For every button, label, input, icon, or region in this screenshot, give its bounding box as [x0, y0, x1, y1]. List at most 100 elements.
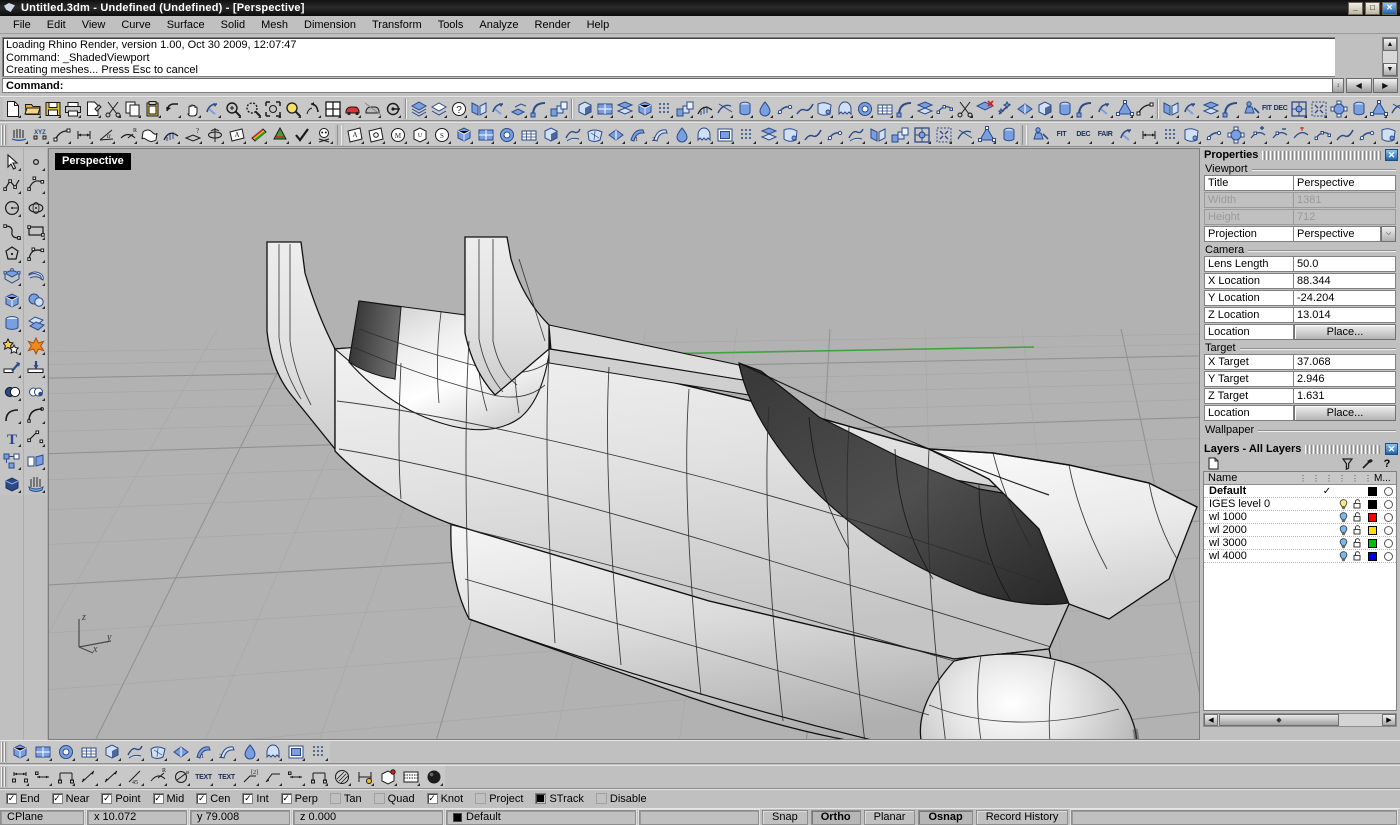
cap-button[interactable]	[1035, 98, 1055, 120]
sidebar-point-button[interactable]	[24, 150, 47, 173]
layers-scroll-left-button[interactable]: ◀	[1204, 714, 1218, 726]
worker2-button[interactable]	[1029, 124, 1051, 146]
xyz-coords-button[interactable]: XYZ	[30, 124, 52, 146]
object-properties-button[interactable]	[383, 98, 403, 120]
text-dot-button[interactable]: TEXT	[215, 766, 238, 788]
osnap-item-disable[interactable]: Disable	[590, 793, 653, 805]
print-button[interactable]	[63, 98, 83, 120]
mesh-drop-button2[interactable]	[238, 741, 261, 763]
sidebar-boolean-diff-button[interactable]	[24, 380, 47, 403]
untrim-button[interactable]	[1181, 124, 1203, 146]
layer-visibility-bulb-icon[interactable]	[1336, 525, 1350, 536]
tangent-plane-button[interactable]	[1389, 98, 1400, 120]
menu-item-tools[interactable]: Tools	[430, 17, 472, 33]
array-button[interactable]	[549, 98, 569, 120]
layer-name[interactable]: wl 1000	[1204, 511, 1318, 523]
cplane-query-button[interactable]: ?	[182, 124, 204, 146]
layer-row[interactable]: Default✓	[1204, 485, 1396, 498]
cplane-button[interactable]	[1329, 98, 1349, 120]
camera-prop-value[interactable]: 13.014	[1294, 307, 1396, 323]
hatch-button[interactable]	[330, 766, 353, 788]
curve-corner-button[interactable]	[1356, 124, 1378, 146]
cone2-button[interactable]	[976, 124, 998, 146]
sidebar-fillet-surface-button[interactable]	[24, 403, 47, 426]
mesh-jelly-button2[interactable]	[261, 741, 284, 763]
offset-button[interactable]	[935, 98, 955, 120]
layer-lock-icon[interactable]	[1350, 538, 1364, 548]
target-prop-value[interactable]: 1.631	[1294, 388, 1396, 404]
perspective-viewport[interactable]: Perspective	[48, 148, 1200, 740]
boolean-diff-button[interactable]	[875, 98, 895, 120]
dim-linear-button[interactable]	[8, 766, 31, 788]
sidebar-trim-button[interactable]	[0, 357, 23, 380]
dir-button[interactable]	[715, 98, 735, 120]
rotate2-button[interactable]	[1181, 98, 1201, 120]
select-curves-button[interactable]	[595, 98, 615, 120]
mesh-panel-button[interactable]	[715, 124, 737, 146]
dim-table-button[interactable]	[399, 766, 422, 788]
layer-color-swatch[interactable]	[1364, 487, 1380, 496]
layers-drag-handle[interactable]	[1305, 445, 1381, 454]
sidebar-fillet-button[interactable]	[0, 403, 23, 426]
checkbox-strack[interactable]	[535, 793, 546, 804]
checkbox-mid[interactable]: ✓	[153, 793, 164, 804]
decrease-degree-button[interactable]: DEC	[1273, 98, 1289, 120]
network-button[interactable]	[835, 98, 855, 120]
match-button[interactable]	[1116, 124, 1138, 146]
layers-horizontal-scrollbar[interactable]: ◀ ◆ ▶	[1203, 713, 1397, 727]
dim-ordinate-button[interactable]	[284, 766, 307, 788]
mesh-from-surface-button2[interactable]	[123, 741, 146, 763]
cylinder-button[interactable]	[1349, 98, 1369, 120]
handle-curve-button[interactable]	[824, 124, 846, 146]
mesh-grid-button2[interactable]	[77, 741, 100, 763]
zebra-button[interactable]	[248, 124, 270, 146]
sidebar-surface-curl-button[interactable]	[24, 265, 47, 288]
layer-lock-icon[interactable]	[1350, 525, 1364, 535]
extrude-button[interactable]	[735, 98, 755, 120]
menu-item-view[interactable]: View	[74, 17, 114, 33]
array2-button[interactable]	[889, 124, 911, 146]
osnap-item-strack[interactable]: STrack	[529, 793, 589, 805]
zoom-in-button[interactable]	[223, 98, 243, 120]
join-button[interactable]	[1015, 98, 1035, 120]
smooth-button[interactable]	[1135, 98, 1155, 120]
layers-scroll-thumb[interactable]: ◆	[1219, 714, 1339, 726]
menu-item-render[interactable]: Render	[527, 17, 579, 33]
sidebar-dimension-button[interactable]	[24, 426, 47, 449]
layer-visibility-bulb-icon[interactable]	[1336, 512, 1350, 523]
target-prop-value[interactable]: 2.946	[1294, 371, 1396, 387]
weld-button[interactable]	[605, 124, 627, 146]
panel-drag-handle[interactable]	[1262, 151, 1381, 160]
mesh-cube-button[interactable]	[540, 124, 562, 146]
named-view-m-button[interactable]: M	[387, 124, 409, 146]
select-polysurfaces-button[interactable]	[635, 98, 655, 120]
new-file-button[interactable]	[3, 98, 23, 120]
camera-prop-value[interactable]: 88.344	[1294, 273, 1396, 289]
osnap-item-cen[interactable]: ✓Cen	[190, 793, 236, 805]
menu-item-mesh[interactable]: Mesh	[253, 17, 296, 33]
dim-chain-button[interactable]	[307, 766, 330, 788]
box-red-button[interactable]	[376, 766, 399, 788]
curvature-graph-button[interactable]	[160, 124, 182, 146]
reduce-mesh-button2[interactable]	[146, 741, 169, 763]
dot-grid-button2[interactable]	[307, 741, 330, 763]
sidebar-boolean-star-button[interactable]	[0, 334, 23, 357]
mesh-plane-button2[interactable]	[31, 741, 54, 763]
dim-diameter-button[interactable]: ø	[169, 766, 192, 788]
layer-color-swatch[interactable]	[1364, 552, 1380, 561]
surface-fill-button[interactable]	[1378, 124, 1400, 146]
mesh-grid-button[interactable]	[518, 124, 540, 146]
mesh-from-nurbs-button[interactable]	[8, 741, 31, 763]
layer-material-swatch[interactable]	[1380, 513, 1396, 522]
checkbox-near[interactable]: ✓	[52, 793, 63, 804]
camera-prop-value[interactable]: 50.0	[1294, 256, 1396, 272]
reduce-mesh-button[interactable]	[584, 124, 606, 146]
sidebar-block-button[interactable]	[0, 449, 23, 472]
rebuild-button[interactable]	[1289, 98, 1309, 120]
menu-item-surface[interactable]: Surface	[159, 17, 213, 33]
layer-material-swatch[interactable]	[1380, 552, 1396, 561]
dim-horizontal-button[interactable]	[31, 766, 54, 788]
status-button-planar[interactable]: Planar	[864, 810, 916, 825]
sidebar-hull-button[interactable]	[24, 472, 47, 495]
viewport-label[interactable]: Perspective	[55, 153, 131, 170]
